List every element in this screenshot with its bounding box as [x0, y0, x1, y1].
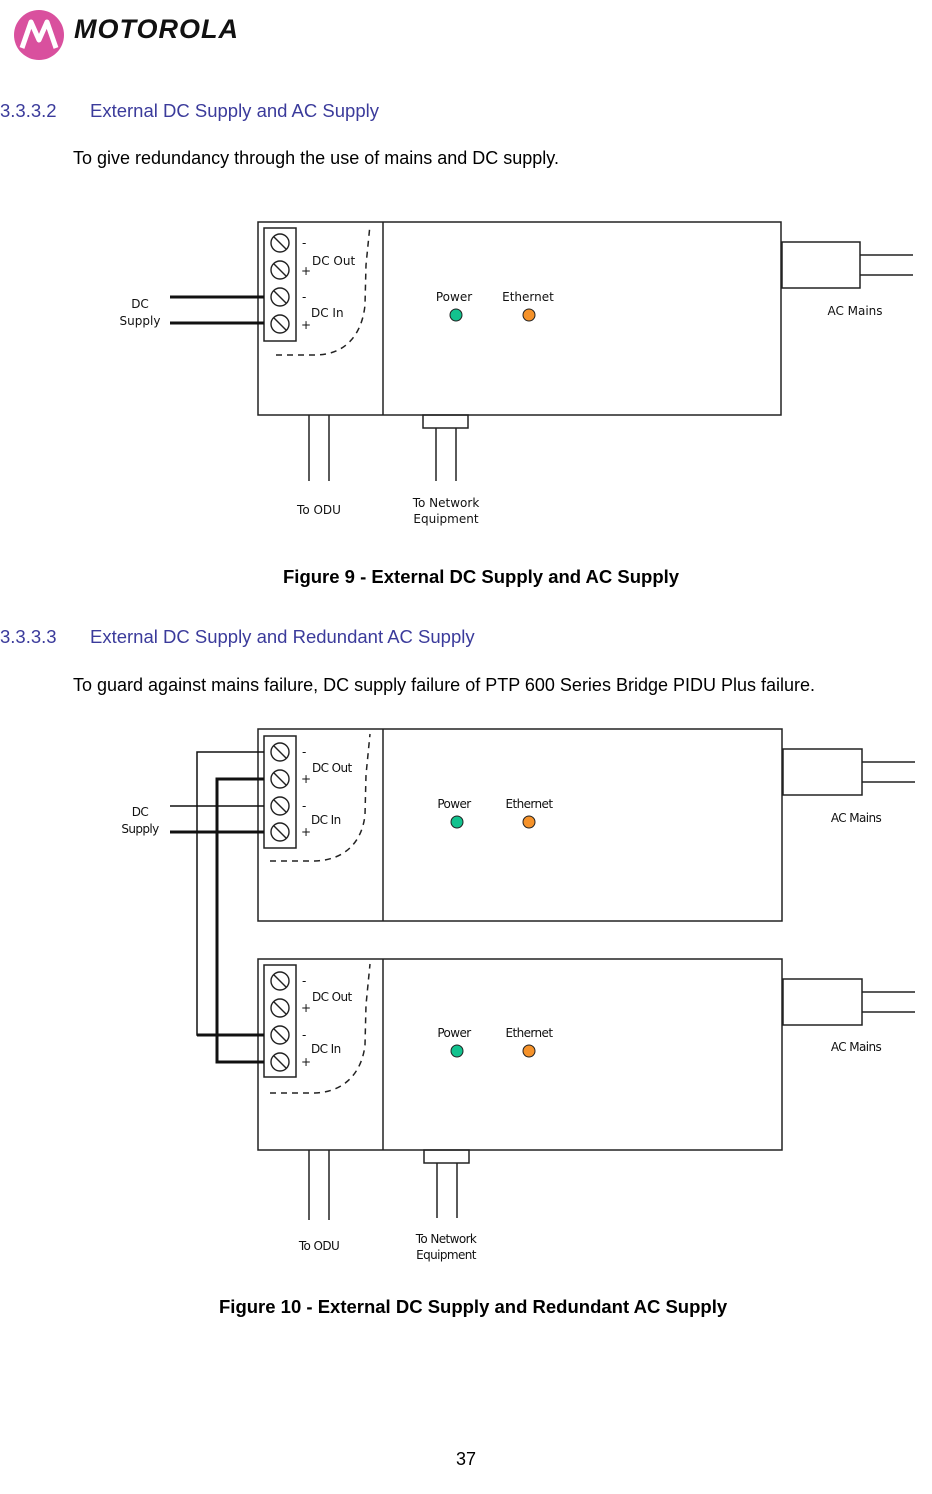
- terminal-screw-icon: [270, 971, 290, 991]
- page-number: 37: [455, 1449, 477, 1469]
- figure-10-caption: Figure 10 - External DC Supply and Redun…: [219, 1296, 728, 1317]
- dc-out-negative-link: [196, 751, 264, 1036]
- figure-10-diagram: DC Supply - + DC Out - + DC In Power Eth…: [121, 728, 915, 1262]
- label-dc: DC: [131, 297, 149, 311]
- network-connector: [423, 1149, 470, 1164]
- ac-mains-plug: [782, 748, 863, 796]
- ac-mains-plug: [782, 978, 863, 1026]
- pidu-unit-1: [257, 728, 915, 922]
- ethernet-led-icon: [522, 815, 536, 829]
- label-plus: +: [301, 825, 310, 839]
- label-minus: -: [302, 799, 306, 813]
- logo-wordmark: MOTOROLA: [74, 14, 239, 44]
- label-minus: -: [302, 1028, 306, 1042]
- section-body: To guard against mains failure, DC suppl…: [73, 675, 816, 695]
- section-body: To give redundancy through the use of ma…: [73, 148, 559, 168]
- label-to-network: To Network: [415, 1232, 477, 1246]
- label-plus: +: [301, 1001, 310, 1015]
- label-to-network: To Network: [412, 496, 480, 510]
- terminal-screw-icon: [270, 796, 290, 816]
- terminal-screw-icon: [270, 1025, 290, 1045]
- label-dc-out: DC Out: [312, 990, 352, 1004]
- ethernet-led-icon: [522, 308, 536, 322]
- label-ethernet: Ethernet: [506, 1026, 554, 1040]
- label-plus: +: [301, 264, 311, 278]
- label-minus: -: [302, 236, 306, 250]
- terminal-screw-icon: [270, 769, 290, 789]
- label-power: Power: [436, 290, 472, 304]
- power-led-icon: [450, 815, 464, 829]
- label-dc-out: DC Out: [312, 761, 352, 775]
- label-ethernet: Ethernet: [506, 797, 554, 811]
- label-equipment: Equipment: [416, 1248, 477, 1262]
- label-ethernet: Ethernet: [502, 290, 554, 304]
- terminal-screw-icon: [270, 260, 290, 280]
- ac-mains-plug: [781, 241, 861, 289]
- terminal-screw-icon: [270, 233, 290, 253]
- label-dc-out: DC Out: [312, 254, 355, 268]
- dc-out-positive-link: [215, 777, 264, 1064]
- network-connector: [422, 414, 469, 429]
- label-ac-mains: AC Mains: [827, 304, 882, 318]
- section-heading-3-3-3-3: 3.3.3.3 External DC Supply and Redundant …: [0, 626, 475, 648]
- label-plus: +: [301, 772, 310, 786]
- figure-9-caption: Figure 9 - External DC Supply and AC Sup…: [283, 566, 680, 587]
- label-dc-in: DC In: [311, 306, 344, 320]
- section-number: 3.3.3.3: [0, 626, 57, 647]
- label-minus: -: [302, 974, 306, 988]
- terminal-screw-icon: [270, 742, 290, 762]
- section-title: External DC Supply and Redundant AC Supp…: [90, 626, 475, 647]
- label-ac-mains: AC Mains: [831, 811, 882, 825]
- label-supply: Supply: [120, 314, 161, 328]
- section-title: External DC Supply and AC Supply: [90, 100, 379, 121]
- label-dc: DC: [132, 805, 149, 819]
- pidu-unit-2: [257, 958, 915, 1220]
- power-led-icon: [450, 1044, 464, 1058]
- terminal-cover-dashed-outline: [276, 224, 371, 356]
- label-plus: +: [301, 1055, 310, 1069]
- terminal-screw-icon: [270, 287, 290, 307]
- label-to-odu: To ODU: [296, 503, 341, 517]
- ethernet-led-icon: [522, 1044, 536, 1058]
- label-power: Power: [437, 797, 471, 811]
- label-minus: -: [302, 290, 306, 304]
- label-dc-in: DC In: [311, 1042, 341, 1056]
- label-to-odu: To ODU: [298, 1239, 339, 1253]
- section-number: 3.3.3.2: [0, 100, 57, 121]
- section-heading-3-3-3-2: 3.3.3.2 External DC Supply and AC Supply: [0, 100, 379, 122]
- figure-9-diagram: DC Supply - + DC Out - + DC In Power Eth…: [120, 221, 913, 526]
- label-minus: -: [302, 745, 306, 759]
- motorola-batwing-icon: [14, 10, 64, 60]
- terminal-screw-icon: [270, 314, 290, 334]
- label-plus: +: [301, 318, 311, 332]
- label-ac-mains: AC Mains: [831, 1040, 882, 1054]
- label-equipment: Equipment: [413, 512, 478, 526]
- terminal-screw-icon: [270, 1052, 290, 1072]
- label-dc-in: DC In: [311, 813, 341, 827]
- label-power: Power: [437, 1026, 471, 1040]
- terminal-screw-icon: [270, 998, 290, 1018]
- label-supply: Supply: [121, 822, 159, 836]
- terminal-screw-icon: [270, 822, 290, 842]
- motorola-logo: MOTOROLA: [8, 4, 270, 62]
- power-led-icon: [449, 308, 463, 322]
